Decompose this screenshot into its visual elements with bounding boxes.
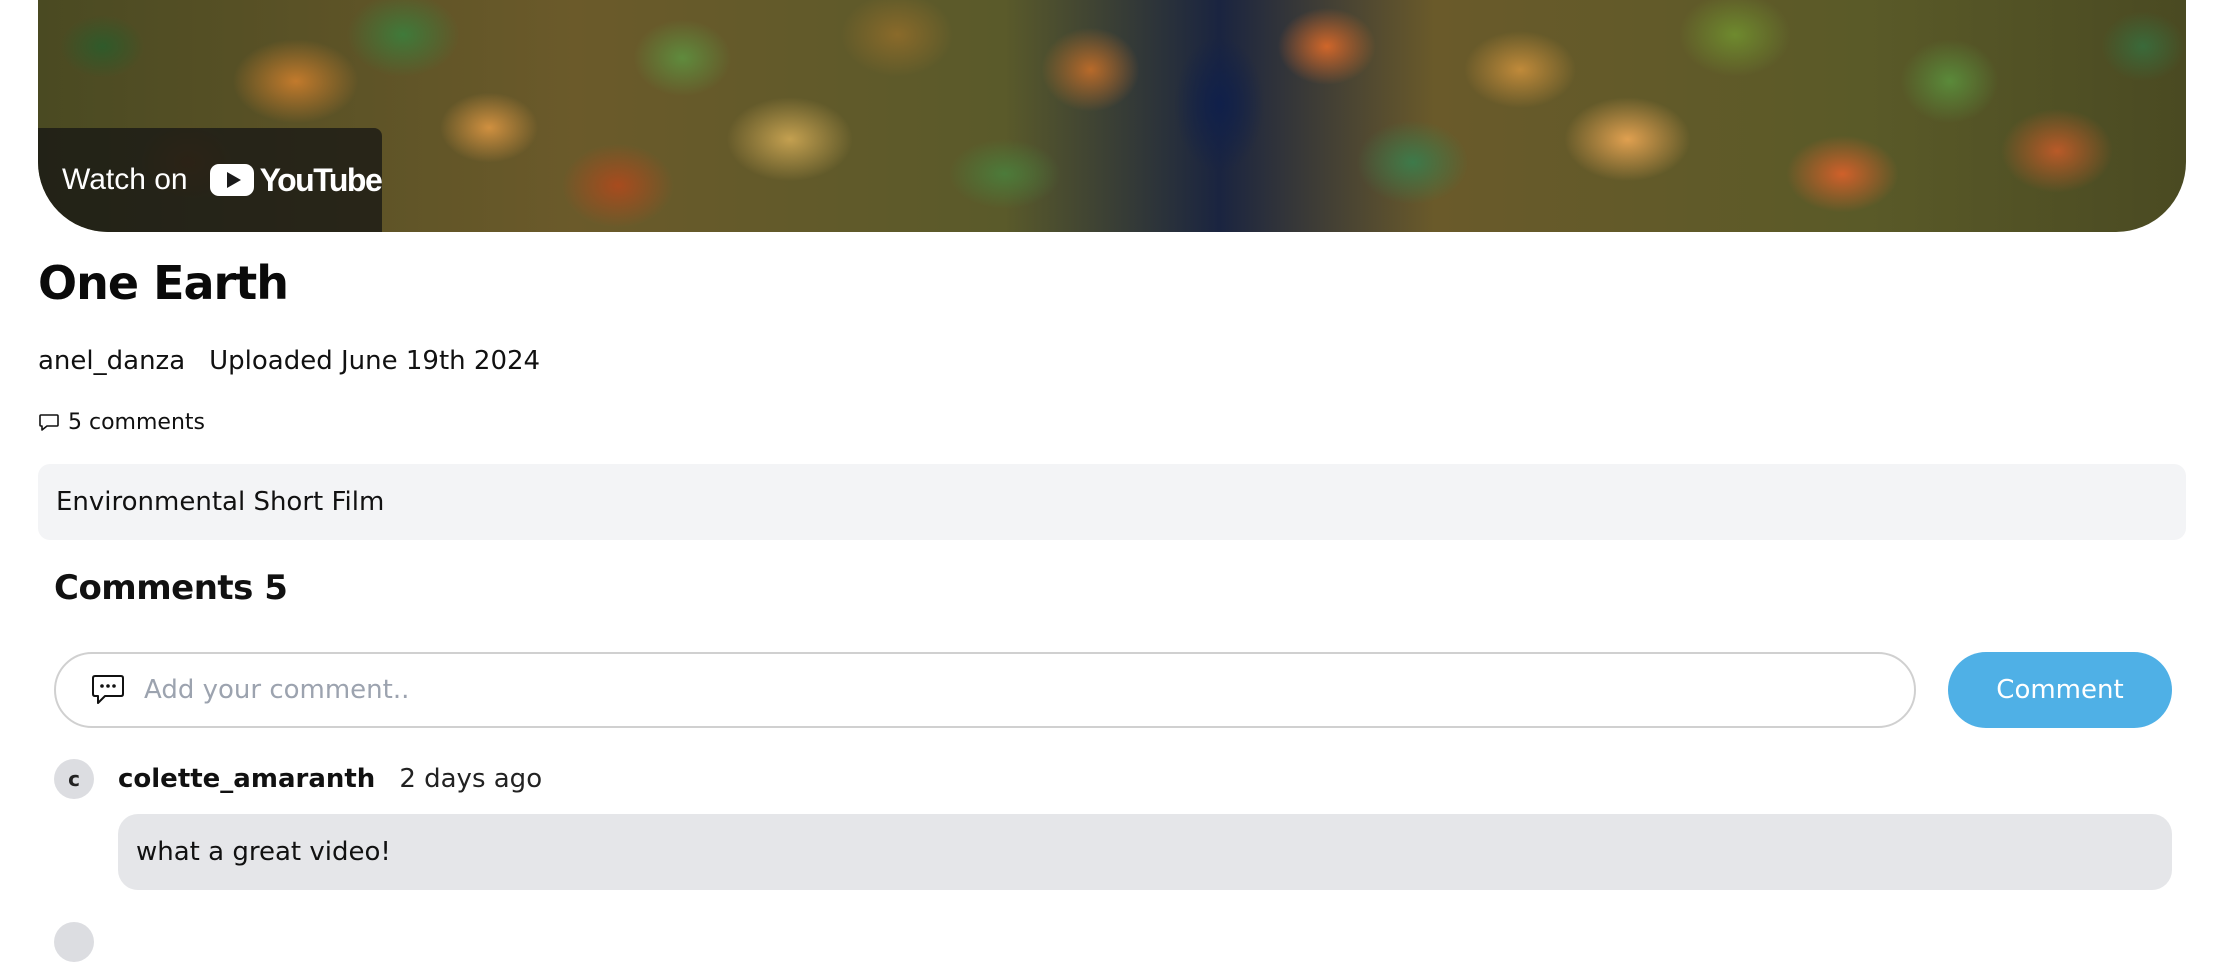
- upload-date: Uploaded June 19th 2024: [209, 346, 541, 376]
- author-name: anel_danza: [38, 346, 186, 376]
- comments-count-link[interactable]: 5 comments: [38, 410, 205, 435]
- avatar[interactable]: c: [54, 759, 94, 799]
- comment-submit-button[interactable]: Comment: [1948, 652, 2172, 728]
- post-description: Environmental Short Film: [38, 464, 2186, 540]
- comment-username[interactable]: colette_amaranth: [118, 764, 375, 794]
- comment-item: c colette_amaranth 2 days ago what a gre…: [54, 758, 2172, 890]
- comments-heading: Comments 5: [54, 568, 288, 608]
- comment-text: what a great video!: [136, 837, 391, 867]
- chat-dots-icon: [92, 675, 124, 704]
- comment-body: what a great video!: [118, 814, 2172, 890]
- comments-count-label: 5 comments: [68, 410, 205, 435]
- watch-on-youtube-button[interactable]: Watch on YouTube: [38, 128, 383, 232]
- comment-input-container[interactable]: [54, 652, 1916, 728]
- page-title: One Earth: [38, 256, 289, 310]
- comment-header: c colette_amaranth 2 days ago: [54, 758, 2172, 800]
- avatar[interactable]: [54, 922, 94, 962]
- comment-input[interactable]: [142, 674, 1846, 706]
- post-meta: anel_danza Uploaded June 19th 2024: [38, 346, 540, 376]
- watch-on-label: Watch on: [62, 163, 188, 196]
- speech-bubble-icon: [39, 413, 59, 431]
- video-post-page: Watch on YouTube One Earth anel_danza Up…: [38, 0, 2186, 962]
- comment-timestamp: 2 days ago: [399, 764, 543, 794]
- youtube-play-icon: [209, 164, 254, 196]
- video-player[interactable]: Watch on YouTube: [38, 0, 2186, 232]
- description-text: Environmental Short Film: [56, 487, 385, 517]
- youtube-wordmark: YouTube: [259, 161, 383, 198]
- youtube-logo: YouTube: [209, 161, 383, 199]
